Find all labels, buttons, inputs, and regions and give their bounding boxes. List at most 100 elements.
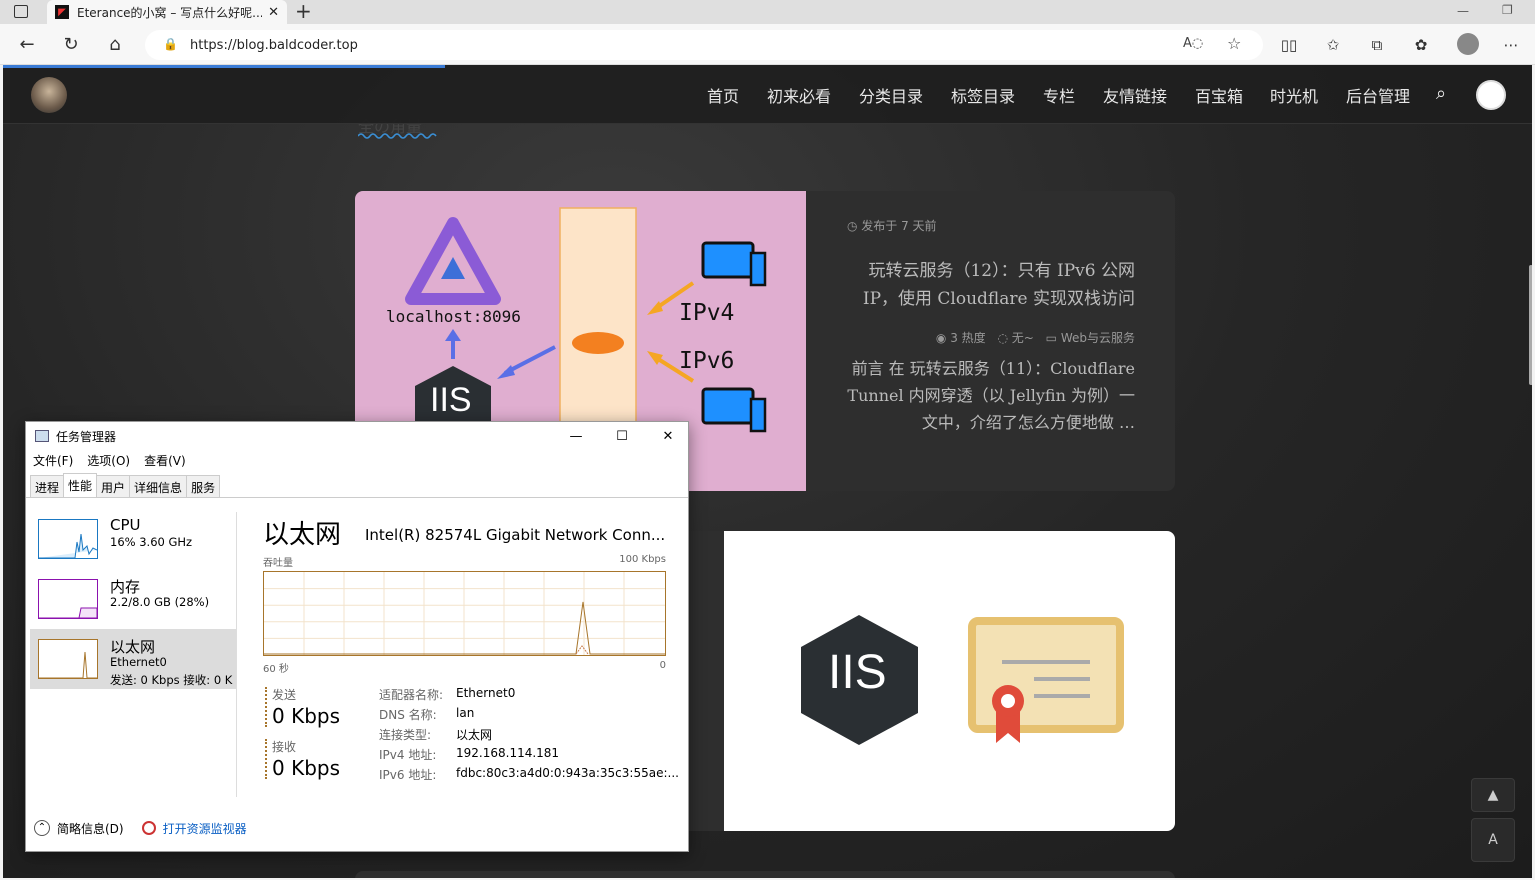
computer-ipv4-icon [701, 241, 755, 279]
panel-divider[interactable] [236, 512, 237, 797]
certificate-icon [968, 617, 1124, 733]
lock-icon: 🔒 [163, 37, 178, 51]
tab-actions-icon[interactable] [14, 5, 28, 18]
connection-type-label: 连接类型: [379, 728, 432, 742]
home-icon[interactable]: ⌂ [95, 24, 135, 65]
browser-tab[interactable]: ◤ Eterance的小窝 – 写点什么好呢... ✕ [47, 0, 287, 24]
maximize-button[interactable]: ☐ [599, 422, 645, 450]
menu-view[interactable]: 查看(V) [137, 452, 193, 470]
site-navbar: 首页 初来必看 分类目录 标签目录 专栏 友情链接 百宝箱 时光机 后台管理 ⌕ [3, 65, 1532, 124]
tab-close-icon[interactable]: ✕ [268, 5, 279, 20]
menu-bar: 文件(F) 选项(O) 查看(V) [26, 452, 193, 470]
font-settings-button[interactable]: A [1471, 818, 1515, 862]
more-menu-icon[interactable]: ⋯ [1493, 24, 1529, 65]
open-resource-monitor-link[interactable]: 打开资源监视器 [163, 820, 247, 837]
close-button[interactable]: ✕ [645, 422, 691, 450]
receive-label: 接收 [272, 740, 297, 754]
menu-file[interactable]: 文件(F) [26, 452, 80, 470]
favorites-icon[interactable]: ✩ [1315, 24, 1351, 65]
sidebar-memory-value: 2.2/8.0 GB (28%) [110, 595, 210, 609]
new-tab-button[interactable]: + [295, 0, 312, 22]
clock-icon: ◷ [847, 219, 862, 233]
ethernet-heading: 以太网 [263, 520, 342, 550]
tab-processes[interactable]: 进程 [30, 475, 65, 497]
nav-tags[interactable]: 标签目录 [951, 83, 1015, 107]
sidebar-cpu-label: CPU [110, 516, 141, 534]
font-icon: A [1488, 832, 1498, 848]
tab-users[interactable]: 用户 [96, 475, 131, 497]
favorite-star-icon[interactable]: ☆ [1227, 34, 1241, 53]
brief-info-button[interactable]: 简略信息(D) [57, 820, 124, 837]
page-scrollbar[interactable] [1529, 265, 1532, 385]
tab-performance[interactable]: 性能 [63, 473, 98, 495]
minimize-icon[interactable]: — [1457, 4, 1469, 18]
restore-icon[interactable]: ❐ [1502, 3, 1513, 17]
adapter-name-label: 适配器名称: [379, 688, 444, 702]
resource-monitor-icon [141, 821, 156, 835]
graph-label: 吞吐量 [263, 558, 293, 569]
user-avatar[interactable] [1476, 80, 1506, 110]
collapse-icon[interactable]: ⌃ [34, 820, 50, 836]
window-title: 任务管理器 [56, 429, 117, 444]
sidebar-memory-label: 内存 [110, 578, 141, 596]
nav-start-here[interactable]: 初来必看 [767, 83, 831, 107]
ethernet-mini-graph [38, 639, 98, 679]
post-card[interactable] [355, 871, 1175, 878]
sidebar-cpu-value: 16% 3.60 GHz [110, 535, 193, 549]
ipv4-label: IPv4 [679, 300, 735, 326]
nav-columns[interactable]: 专栏 [1043, 83, 1075, 107]
post-category[interactable]: Web与云服务 [1061, 331, 1135, 345]
post-excerpt: 前言 在 玩转云服务（11）：Cloudflare Tunnel 内网穿透（以 … [847, 359, 1135, 432]
post-thumbnail[interactable]: IIS [724, 531, 1175, 831]
send-value: 0 Kbps [272, 704, 341, 728]
site-favicon-icon: ◤ [55, 5, 69, 19]
dns-name-value: lan [456, 706, 475, 720]
site-logo[interactable] [31, 77, 67, 113]
nav-categories[interactable]: 分类目录 [859, 83, 923, 107]
sidebar-item-memory[interactable]: 内存 2.2/8.0 GB (28%) [30, 569, 236, 629]
nav-admin[interactable]: 后台管理 [1346, 83, 1410, 107]
post-date: ◷ 发布于 7 天前 [847, 217, 937, 234]
iis-label: IIS [430, 381, 472, 419]
tab-strip: ◤ Eterance的小窝 – 写点什么好呢... ✕ + — ❐ [0, 0, 1535, 24]
menu-options[interactable]: 选项(O) [80, 452, 137, 470]
minimize-button[interactable]: — [553, 422, 599, 450]
nav-friend-links[interactable]: 友情链接 [1103, 83, 1167, 107]
read-aloud-icon[interactable]: A◌ [1183, 36, 1203, 51]
extension-icon[interactable]: ✿ [1403, 24, 1439, 65]
cloudflare-icon [572, 332, 624, 354]
chevron-up-icon: ▲ [1487, 787, 1499, 803]
back-to-top-button[interactable]: ▲ [1471, 778, 1515, 812]
graph-time-left: 60 秒 [263, 664, 289, 675]
folder-icon: ▭ [1045, 331, 1061, 345]
nav-time-machine[interactable]: 时光机 [1270, 83, 1318, 107]
title-bar[interactable]: 任务管理器 — ☐ ✕ [26, 422, 688, 450]
refresh-icon[interactable]: ↻ [51, 24, 91, 65]
adapter-name-value: Ethernet0 [456, 686, 516, 700]
task-manager-window: 任务管理器 — ☐ ✕ 文件(F) 选项(O) 查看(V) 进程 性能 用户 详… [25, 421, 689, 852]
profile-avatar[interactable] [1457, 33, 1479, 55]
search-icon[interactable]: ⌕ [1436, 83, 1446, 104]
iis-label: IIS [828, 646, 887, 699]
send-label: 发送 [272, 688, 297, 702]
connection-type-value: 以太网 [456, 728, 493, 742]
post-title[interactable]: 玩转云服务（12）：只有 IPv6 公网 IP，使用 Cloudflare 实现… [835, 257, 1135, 313]
post-comments[interactable]: 无~ [1012, 331, 1034, 345]
address-bar-row: ← ↻ ⌂ 🔒 https://blog.baldcoder.top A◌ ☆ … [0, 24, 1535, 65]
sidebar-item-cpu[interactable]: CPU 16% 3.60 GHz [30, 509, 236, 569]
post-stats: ◉ 3 热度 ◌ 无~ ▭ Web与云服务 [895, 329, 1135, 346]
eye-icon: ◉ [935, 331, 951, 345]
collections-icon[interactable]: ⧉ [1359, 24, 1395, 65]
sidebar-item-ethernet[interactable]: 以太网 Ethernet0 发送: 0 Kbps 接收: 0 K [30, 629, 236, 689]
url-field[interactable]: 🔒 https://blog.baldcoder.top A◌ ☆ [145, 30, 1263, 60]
nav-home[interactable]: 首页 [707, 83, 739, 107]
send-indicator [265, 687, 267, 727]
split-screen-icon[interactable]: ▯▯ [1271, 24, 1307, 65]
sidebar-ethernet-adapter: Ethernet0 [110, 655, 167, 669]
tab-details[interactable]: 详细信息 [129, 475, 188, 497]
tab-services[interactable]: 服务 [186, 475, 221, 497]
back-icon[interactable]: ← [7, 24, 47, 65]
sidebar-ethernet-label: 以太网 [110, 638, 156, 656]
nav-toolbox[interactable]: 百宝箱 [1195, 83, 1243, 107]
ipv6-label: IPv6 [679, 348, 735, 374]
